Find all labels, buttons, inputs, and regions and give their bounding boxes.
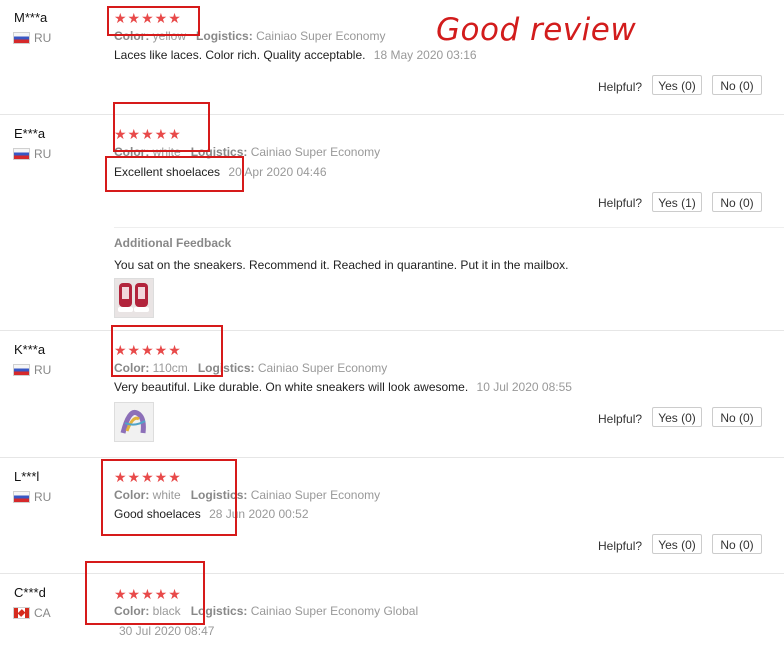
russia-flag-icon	[13, 32, 30, 44]
reviewer-country: RU	[13, 31, 52, 45]
good-review-watermark: Good review	[436, 12, 637, 48]
review-photo-thumbnail[interactable]	[114, 278, 154, 318]
shoelaces-photo-icon	[115, 403, 153, 441]
reviewer-country: RU	[13, 147, 52, 161]
reviewer-name: M***a	[14, 10, 48, 25]
review-text-line: 30 Jul 2020 08:47	[114, 624, 214, 638]
reviewer-country: CA	[13, 606, 51, 620]
reviews-page: Good review M***a RU ★★★★★ Color: yellow…	[0, 0, 784, 659]
sneakers-photo-icon	[115, 279, 153, 317]
additional-feedback-text: You sat on the sneakers. Recommend it. R…	[114, 258, 569, 272]
reviewer-country: RU	[13, 363, 52, 377]
review-photo-thumbnail[interactable]	[114, 402, 154, 442]
reviewer-country: RU	[13, 490, 52, 504]
review-text: Very beautiful. Like durable. On white s…	[114, 380, 469, 394]
additional-feedback-title: Additional Feedback	[114, 236, 232, 250]
review-date: 30 Jul 2020 08:47	[119, 624, 215, 638]
country-code: RU	[34, 147, 52, 161]
helpful-yes-button[interactable]: Yes (0)	[652, 407, 702, 427]
helpful-label: Helpful?	[598, 539, 643, 553]
helpful-no-button[interactable]: No (0)	[712, 534, 762, 554]
logistics-value: Cainiao Super Economy	[250, 488, 381, 502]
russia-flag-icon	[13, 364, 30, 376]
logistics-value: Cainiao Super Economy	[257, 361, 388, 375]
review-date: 18 May 2020 03:16	[373, 48, 477, 62]
canada-flag-icon	[13, 607, 30, 619]
feedback-divider	[114, 227, 784, 228]
review-text-line: Laces like laces. Color rich. Quality ac…	[114, 48, 477, 62]
reviewer-name: E***a	[14, 126, 46, 141]
review-date: 10 Jul 2020 08:55	[476, 380, 572, 394]
logistics-label: Logistics:	[196, 29, 253, 43]
reviewer-name: C***d	[14, 585, 46, 600]
country-code: CA	[34, 606, 51, 620]
helpful-yes-button[interactable]: Yes (1)	[652, 192, 702, 212]
helpful-yes-button[interactable]: Yes (0)	[652, 534, 702, 554]
red-annotation-box	[113, 102, 210, 152]
country-code: RU	[34, 31, 52, 45]
review-divider	[0, 457, 784, 458]
logistics-value: Cainiao Super Economy	[250, 145, 381, 159]
helpful-label: Helpful?	[598, 196, 643, 210]
helpful-label: Helpful?	[598, 412, 643, 426]
helpful-no-button[interactable]: No (0)	[712, 75, 762, 95]
helpful-label: Helpful?	[598, 80, 643, 94]
country-code: RU	[34, 490, 52, 504]
helpful-yes-button[interactable]: Yes (0)	[652, 75, 702, 95]
red-annotation-box	[111, 325, 223, 377]
review-text: Laces like laces. Color rich. Quality ac…	[114, 48, 366, 62]
russia-flag-icon	[13, 148, 30, 160]
red-annotation-box	[101, 459, 237, 536]
russia-flag-icon	[13, 491, 30, 503]
reviewer-name: L***l	[14, 469, 40, 484]
reviewer-name: K***a	[14, 342, 46, 357]
helpful-no-button[interactable]: No (0)	[712, 192, 762, 212]
helpful-no-button[interactable]: No (0)	[712, 407, 762, 427]
logistics-value: Cainiao Super Economy	[256, 29, 386, 43]
logistics-value: Cainiao Super Economy Global	[250, 604, 419, 618]
country-code: RU	[34, 363, 52, 377]
red-annotation-box	[107, 6, 200, 36]
red-annotation-box	[85, 561, 205, 625]
review-text-line: Very beautiful. Like durable. On white s…	[114, 380, 572, 394]
red-annotation-box	[105, 156, 244, 192]
